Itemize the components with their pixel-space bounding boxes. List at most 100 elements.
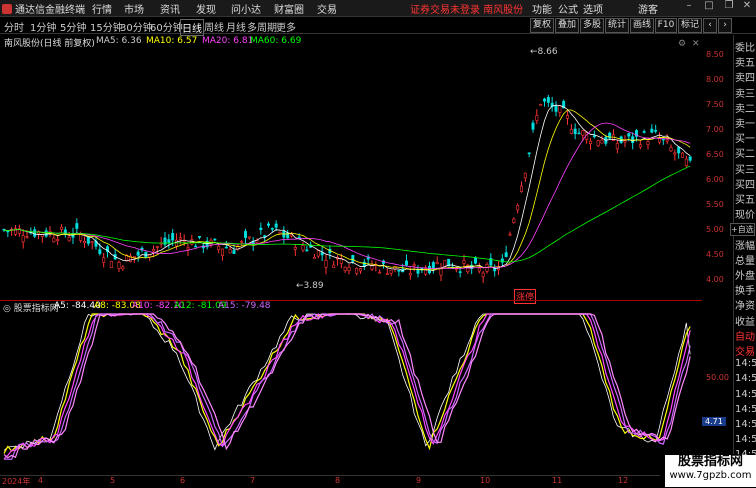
period-timeshare[interactable]: 分时: [4, 19, 24, 34]
candle-body: [56, 239, 60, 242]
menu-discover[interactable]: 发现: [196, 1, 216, 16]
menu-market[interactable]: 市场: [124, 1, 144, 16]
candle-body: [117, 262, 121, 269]
y-tick: 7.50: [706, 100, 724, 109]
period-toolbar: 分时 1分钟 5分钟 15分钟 30分钟 60分钟 日线 周线 月线 多周期 更…: [0, 17, 756, 36]
quote-item: 买一: [735, 134, 755, 146]
quote-item: 卖一: [735, 119, 755, 130]
quote-item: 卖五: [735, 58, 755, 70]
candle-body: [665, 139, 669, 142]
period-more[interactable]: 更多: [276, 19, 296, 34]
f10-button[interactable]: F10: [655, 18, 677, 33]
candle-body: [573, 128, 577, 135]
candle-body: [247, 236, 251, 239]
quote-item: 卖二: [735, 103, 755, 115]
candle-body: [293, 246, 297, 250]
adjust-button[interactable]: 复权: [530, 18, 554, 33]
draw-button[interactable]: 画线: [630, 18, 654, 33]
x-tick: 5: [110, 476, 116, 485]
y-tick: 6.50: [706, 150, 724, 159]
candle-body: [83, 241, 87, 244]
multi-stock-button[interactable]: 多股: [580, 18, 604, 33]
period-60min[interactable]: 60分钟: [150, 19, 183, 34]
candle-body: [263, 235, 267, 238]
quote-item: 交易: [735, 347, 755, 358]
quote-item: 总量: [735, 255, 755, 267]
period-daily[interactable]: 日线: [180, 19, 204, 36]
menu-quotes[interactable]: 行情: [92, 1, 112, 16]
candle-body: [642, 131, 646, 133]
prev-icon[interactable]: ‹: [703, 18, 717, 33]
kline-chart[interactable]: 南风股份(日线 前复权) MA5: 6.36 MA10: 6.57 MA20: …: [0, 35, 702, 304]
menu-news[interactable]: 资讯: [160, 1, 180, 16]
period-monthly[interactable]: 月线: [226, 19, 246, 34]
menu-function[interactable]: 功能: [532, 1, 552, 16]
candle-body: [312, 256, 316, 259]
candle-body: [477, 267, 481, 272]
menu-formula[interactable]: 公式: [558, 1, 578, 16]
candle-body: [228, 248, 232, 254]
overlay-button[interactable]: 叠加: [555, 18, 579, 33]
menu-community[interactable]: 财富圈: [274, 1, 304, 16]
close-icon[interactable]: ✕: [738, 0, 756, 16]
minimize-icon[interactable]: –: [680, 0, 698, 16]
candle-body: [217, 245, 221, 250]
menu-options[interactable]: 选项: [583, 1, 603, 16]
candle-body: [565, 114, 569, 119]
candle-body: [186, 246, 190, 250]
candle-body: [546, 96, 550, 103]
guest-user[interactable]: 游客: [638, 1, 658, 16]
indicator-line: [3, 312, 691, 461]
indicator-panel[interactable]: ◎ 股票指标网 A5: -84.40 A8: -83.08 A10: -82.1…: [0, 300, 702, 476]
candle-body: [301, 244, 305, 251]
candle-body: [504, 252, 508, 257]
period-30min[interactable]: 30分钟: [120, 19, 153, 34]
period-1min[interactable]: 1分钟: [30, 19, 56, 34]
candle-body: [33, 229, 37, 237]
mark-button[interactable]: 标记: [678, 18, 702, 33]
maximize-icon[interactable]: □: [700, 0, 718, 16]
candle-body: [508, 233, 512, 236]
site-watermark: 股票指标网 www.7gpzb.com: [665, 455, 756, 487]
menu-ask[interactable]: 问小达: [231, 1, 261, 16]
quote-item: 自动: [735, 331, 755, 343]
quote-item: 外盘: [735, 271, 755, 282]
y-tick: 8.00: [706, 75, 724, 84]
quote-item: 14:5: [735, 388, 756, 400]
period-5min[interactable]: 5分钟: [60, 19, 86, 34]
settings-icon[interactable]: ⚙: [678, 39, 686, 49]
period-15min[interactable]: 15分钟: [90, 19, 123, 34]
quote-item: 收益: [735, 316, 755, 328]
candle-body: [259, 227, 263, 231]
login-notice[interactable]: 证券交易未登录 南风股份: [410, 1, 523, 16]
candle-body: [688, 156, 692, 161]
period-weekly[interactable]: 周线: [204, 19, 224, 34]
quote-item: 现价: [735, 210, 755, 222]
candle-body: [351, 255, 355, 262]
candle-body: [404, 260, 408, 266]
restore-icon[interactable]: ❐: [720, 0, 738, 16]
candle-body: [654, 130, 658, 132]
next-icon[interactable]: ›: [718, 18, 732, 33]
menu-trade[interactable]: 交易: [317, 1, 337, 16]
period-multi[interactable]: 多周期: [247, 19, 277, 34]
candle-body: [343, 266, 347, 272]
x-tick: 9: [416, 476, 422, 485]
quote-item: 14:5: [735, 419, 756, 430]
candle-body: [673, 152, 677, 155]
x-tick: 12: [618, 476, 629, 485]
candle-body: [355, 268, 359, 274]
candle-body: [439, 268, 443, 276]
add-watchlist-button[interactable]: +自选: [730, 223, 755, 236]
candle-body: [554, 105, 558, 112]
ma10-label: MA10: 6.57: [146, 36, 198, 46]
candle-body: [6, 230, 10, 233]
candle-body: [680, 152, 684, 158]
quote-item: 14:5: [735, 358, 756, 370]
candle-body: [596, 140, 600, 147]
stats-button[interactable]: 统计: [605, 18, 629, 33]
y-tick: 8.50: [706, 50, 724, 59]
y-tick: 6.00: [706, 175, 724, 184]
candle-body: [198, 236, 202, 238]
close-chart-icon[interactable]: ✕: [692, 39, 700, 49]
